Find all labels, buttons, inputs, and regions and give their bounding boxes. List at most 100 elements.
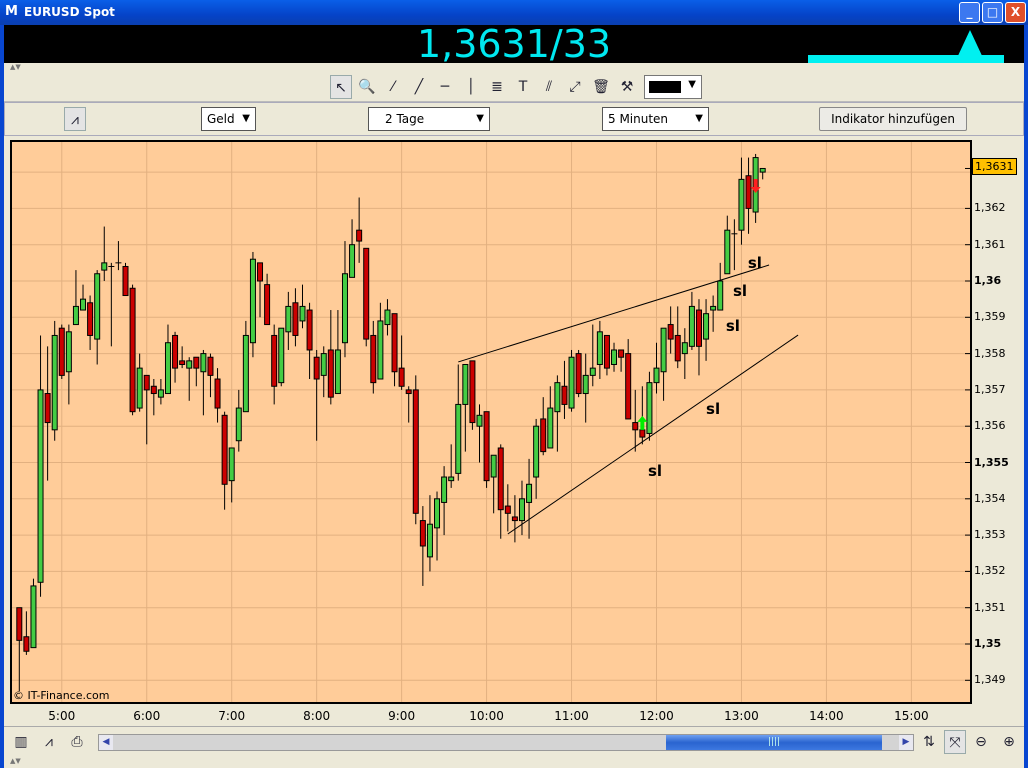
candle-up [80, 298, 87, 311]
channel-icon[interactable]: ⤢ [564, 75, 586, 99]
price-type-select[interactable]: Geld ▼ [201, 107, 256, 131]
y-tick-label: 1,361 [974, 237, 1006, 251]
sl-annotation: sl [748, 254, 762, 272]
close-button[interactable]: X [1005, 2, 1026, 23]
tools-settings-icon[interactable]: ⚒ [616, 75, 638, 99]
price-type-value: Geld [207, 112, 235, 126]
candle-down [419, 520, 426, 547]
color-picker[interactable]: ▼ [644, 75, 702, 99]
pointer-icon[interactable]: ↖ [330, 75, 352, 99]
scroll-right-icon[interactable]: ▶ [899, 735, 913, 750]
candle-up [228, 447, 235, 482]
trend-up-arrow-icon [956, 30, 984, 60]
candle-down [44, 393, 51, 424]
interval-select[interactable]: 5 Minuten ▼ [602, 107, 709, 131]
y-tick-label: 1,36 [974, 274, 1002, 287]
candle-up [434, 498, 441, 529]
candle-up [349, 244, 356, 278]
candle-down [271, 334, 278, 387]
candle-up [710, 305, 717, 311]
candle-up [136, 367, 143, 409]
candle-down [575, 353, 582, 395]
candle-down [264, 284, 271, 326]
current-price-tag: 1,3631 [972, 158, 1017, 175]
zoom-fit-icon[interactable]: ⤧ [944, 730, 966, 754]
x-tick-label: 8:00 [303, 709, 331, 723]
candle-up [37, 389, 44, 583]
range-select[interactable]: 2 Tage ▼ [368, 107, 490, 131]
print-icon[interactable]: ⎙ [66, 730, 88, 754]
indicator-icon[interactable]: ⩘ [38, 730, 60, 754]
x-tick-label: 9:00 [388, 709, 416, 723]
candle-down [179, 360, 186, 365]
candle-up [653, 367, 660, 384]
x-tick-label: 14:00 [809, 709, 844, 723]
candle-up [724, 229, 731, 275]
y-tick-label: 1,355 [974, 455, 1009, 469]
candle-down [561, 385, 568, 405]
fibonacci-icon[interactable]: ≣ [486, 75, 508, 99]
chart-plot[interactable]: sl sl sl sl sl [10, 140, 972, 704]
candle-up [526, 483, 533, 503]
interval-value: 5 Minuten [608, 112, 669, 126]
candle-down [405, 389, 412, 395]
candle-up [554, 382, 561, 413]
window-frame-right [1024, 25, 1028, 768]
scroll-left-icon[interactable]: ◀ [99, 735, 113, 750]
candle-down [306, 309, 313, 351]
bottom-toolbar: ▥ ⩘ ⎙ ◀ |||| ▶ ⇅ ⤧ ⊖ ⊕ [4, 726, 1024, 757]
candle-down [667, 324, 674, 340]
x-tick-label: 10:00 [469, 709, 504, 723]
candle-settings-icon[interactable]: ▥ [10, 730, 32, 754]
candle-down [469, 360, 476, 424]
x-tick-label: 12:00 [639, 709, 674, 723]
maximize-button[interactable]: □ [982, 2, 1003, 23]
collapse-strip-bottom[interactable]: ▲▼ [4, 757, 1024, 767]
y-tick-label: 1,351 [974, 600, 1006, 614]
zoom-in-icon[interactable]: 🔍 [356, 75, 378, 99]
candle-down [122, 265, 129, 297]
horizontal-line-icon[interactable]: ─ [434, 75, 456, 99]
candle-up [568, 356, 575, 409]
candle-up [596, 331, 603, 365]
candle-down [497, 447, 504, 511]
candle-up [157, 389, 164, 398]
candle-down [129, 287, 136, 413]
candle-up [448, 476, 455, 482]
vertical-line-icon[interactable]: │ [460, 75, 482, 99]
zoom-in-icon[interactable]: ⊕ [998, 730, 1020, 754]
time-scrollbar[interactable]: ◀ |||| ▶ [98, 734, 914, 751]
candle-down [695, 309, 702, 347]
candle-up [334, 349, 341, 395]
candle-up [611, 349, 618, 365]
y-tick-label: 1,352 [974, 564, 1006, 578]
y-tick-label: 1,357 [974, 382, 1006, 396]
minimize-button[interactable]: _ [959, 2, 980, 23]
candle-up [455, 403, 462, 474]
line-segment-icon[interactable]: ⁄ [382, 75, 404, 99]
y-tick-label: 1,354 [974, 491, 1006, 505]
auto-scroll-icon[interactable]: ⇅ [918, 730, 940, 754]
candle-down [143, 374, 150, 391]
text-tool-icon[interactable]: T [512, 75, 534, 99]
candle-up [51, 334, 58, 431]
candle-up [320, 353, 327, 376]
x-tick-label: 11:00 [554, 709, 589, 723]
candle-up [688, 305, 695, 347]
y-tick-label: 1,353 [974, 528, 1006, 542]
candle-down [172, 334, 179, 369]
trash-icon[interactable]: 🗑 [590, 75, 612, 99]
zoom-out-icon[interactable]: ⊖ [970, 730, 992, 754]
chart-type-icon[interactable]: ⩘ [64, 107, 86, 131]
parallel-lines-icon[interactable]: ⫽ [538, 75, 560, 99]
x-tick-label: 5:00 [48, 709, 76, 723]
candle-up [186, 360, 193, 369]
scrollbar-thumb[interactable]: |||| [666, 735, 882, 750]
sl-annotation: sl [726, 317, 740, 335]
candle-up [681, 342, 688, 355]
trend-line-icon[interactable]: ╱ [408, 75, 430, 99]
chevron-down-icon: ▼ [688, 79, 696, 90]
add-indicator-button[interactable]: Indikator hinzufügen [819, 107, 967, 131]
candle-up [490, 454, 497, 478]
candle-up [646, 382, 653, 434]
